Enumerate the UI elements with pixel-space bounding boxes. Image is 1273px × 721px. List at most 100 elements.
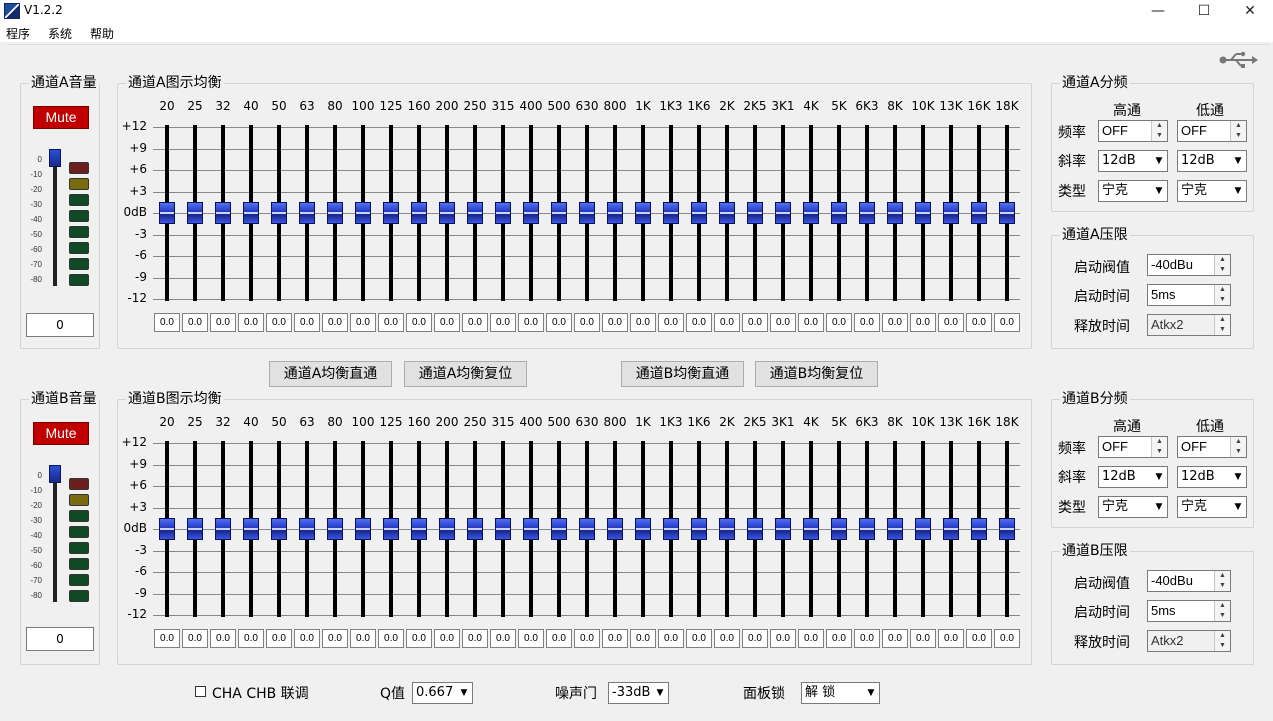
channel-b-eq-band-value[interactable]: 0.0 xyxy=(378,629,404,648)
channel-b-eq-slider-thumb[interactable] xyxy=(523,518,539,540)
channel-b-eq-band-value[interactable]: 0.0 xyxy=(630,629,656,648)
channel-b-lp-freq-spinner[interactable]: OFF ▲ ▼ xyxy=(1177,436,1247,458)
minimize-button[interactable]: — xyxy=(1135,0,1181,22)
channel-a-eq-band-value[interactable]: 0.0 xyxy=(910,313,936,332)
channel-a-eq-slider-thumb[interactable] xyxy=(243,202,259,224)
channel-a-eq-band-value[interactable]: 0.0 xyxy=(350,313,376,332)
channel-b-volume-thumb[interactable] xyxy=(49,465,61,483)
channel-a-eq-slider-thumb[interactable] xyxy=(327,202,343,224)
channel-b-eq-band-value[interactable]: 0.0 xyxy=(826,629,852,648)
channel-a-eq-slider-thumb[interactable] xyxy=(159,202,175,224)
noise-gate-select[interactable]: -33dB ▼ xyxy=(608,682,669,704)
q-value-select[interactable]: 0.667 ▼ xyxy=(412,682,473,704)
channel-a-volume-track[interactable] xyxy=(53,152,57,286)
channel-b-eq-band-value[interactable]: 0.0 xyxy=(686,629,712,648)
channel-a-eq-slider-thumb[interactable] xyxy=(411,202,427,224)
channel-a-eq-slider-thumb[interactable] xyxy=(495,202,511,224)
channel-b-threshold-spinner[interactable]: -40dBu ▲ ▼ xyxy=(1147,570,1231,592)
channel-a-lp-freq-spinner[interactable]: OFF ▲ ▼ xyxy=(1177,120,1247,142)
channel-a-eq-band-value[interactable]: 0.0 xyxy=(406,313,432,332)
channel-a-eq-slider-thumb[interactable] xyxy=(831,202,847,224)
channel-b-eq-slider-thumb[interactable] xyxy=(887,518,903,540)
channel-a-threshold-spinner[interactable]: -40dBu ▲ ▼ xyxy=(1147,254,1231,276)
channel-b-eq-slider-thumb[interactable] xyxy=(999,518,1015,540)
channel-a-eq-slider-thumb[interactable] xyxy=(943,202,959,224)
channel-b-eq-slider-thumb[interactable] xyxy=(831,518,847,540)
spin-arrows-icon[interactable]: ▲ ▼ xyxy=(1214,315,1230,335)
channel-b-hp-freq-spinner[interactable]: OFF ▲ ▼ xyxy=(1098,436,1168,458)
channel-a-eq-slider-thumb[interactable] xyxy=(607,202,623,224)
channel-a-eq-slider-thumb[interactable] xyxy=(187,202,203,224)
channel-a-eq-slider-thumb[interactable] xyxy=(719,202,735,224)
channel-b-eq-band-value[interactable]: 0.0 xyxy=(154,629,180,648)
channel-a-eq-band-value[interactable]: 0.0 xyxy=(798,313,824,332)
channel-b-mute-button[interactable]: Mute xyxy=(33,422,89,445)
channel-b-eq-slider-thumb[interactable] xyxy=(411,518,427,540)
channel-b-eq-band-value[interactable]: 0.0 xyxy=(658,629,684,648)
channel-a-eq-band-value[interactable]: 0.0 xyxy=(882,313,908,332)
channel-b-eq-slider-thumb[interactable] xyxy=(467,518,483,540)
channel-a-eq-slider-thumb[interactable] xyxy=(663,202,679,224)
channel-a-eq-band-value[interactable]: 0.0 xyxy=(182,313,208,332)
channel-a-eq-slider-thumb[interactable] xyxy=(551,202,567,224)
channel-b-eq-band-value[interactable]: 0.0 xyxy=(882,629,908,648)
channel-b-eq-band-value[interactable]: 0.0 xyxy=(406,629,432,648)
channel-b-eq-band-value[interactable]: 0.0 xyxy=(182,629,208,648)
channel-b-lp-slope-select[interactable]: 12dB ▼ xyxy=(1177,466,1247,488)
channel-b-eq-slider-thumb[interactable] xyxy=(803,518,819,540)
channel-a-eq-band-value[interactable]: 0.0 xyxy=(434,313,460,332)
channel-a-eq-bypass-button[interactable]: 通道A均衡直通 xyxy=(269,361,392,387)
channel-b-lp-type-select[interactable]: 宁克 ▼ xyxy=(1177,496,1247,518)
menu-help[interactable]: 帮助 xyxy=(90,25,114,42)
maximize-button[interactable]: ☐ xyxy=(1181,0,1227,22)
channel-b-eq-slider-thumb[interactable] xyxy=(495,518,511,540)
channel-b-eq-slider-thumb[interactable] xyxy=(355,518,371,540)
channel-b-eq-band-value[interactable]: 0.0 xyxy=(854,629,880,648)
channel-a-eq-slider-thumb[interactable] xyxy=(299,202,315,224)
spin-arrows-icon[interactable]: ▲ ▼ xyxy=(1230,437,1246,457)
channel-b-eq-reset-button[interactable]: 通道B均衡复位 xyxy=(755,361,878,387)
channel-b-hp-type-select[interactable]: 宁克 ▼ xyxy=(1098,496,1168,518)
channel-b-eq-band-value[interactable]: 0.0 xyxy=(350,629,376,648)
channel-b-eq-slider-thumb[interactable] xyxy=(215,518,231,540)
channel-b-eq-slider-thumb[interactable] xyxy=(859,518,875,540)
close-button[interactable]: ✕ xyxy=(1227,0,1273,22)
channel-a-eq-band-value[interactable]: 0.0 xyxy=(210,313,236,332)
channel-a-attack-spinner[interactable]: 5ms ▲ ▼ xyxy=(1147,284,1231,306)
channel-a-eq-band-value[interactable]: 0.0 xyxy=(238,313,264,332)
channel-b-eq-band-value[interactable]: 0.0 xyxy=(546,629,572,648)
channel-a-eq-band-value[interactable]: 0.0 xyxy=(602,313,628,332)
channel-b-eq-slider-thumb[interactable] xyxy=(719,518,735,540)
channel-b-eq-band-value[interactable]: 0.0 xyxy=(210,629,236,648)
channel-b-hp-slope-select[interactable]: 12dB ▼ xyxy=(1098,466,1168,488)
channel-a-eq-band-value[interactable]: 0.0 xyxy=(826,313,852,332)
channel-a-eq-slider-thumb[interactable] xyxy=(691,202,707,224)
link-channels-checkbox[interactable] xyxy=(195,686,206,697)
channel-a-volume-thumb[interactable] xyxy=(49,149,61,167)
menu-program[interactable]: 程序 xyxy=(6,25,30,42)
panel-lock-select[interactable]: 解 锁 ▼ xyxy=(801,682,880,704)
channel-b-eq-slider-thumb[interactable] xyxy=(551,518,567,540)
channel-a-eq-slider-thumb[interactable] xyxy=(439,202,455,224)
channel-b-eq-slider-thumb[interactable] xyxy=(663,518,679,540)
spin-arrows-icon[interactable]: ▲ ▼ xyxy=(1214,631,1230,651)
channel-a-eq-slider-thumb[interactable] xyxy=(635,202,651,224)
channel-b-eq-band-value[interactable]: 0.0 xyxy=(714,629,740,648)
channel-a-eq-band-value[interactable]: 0.0 xyxy=(854,313,880,332)
channel-b-eq-band-value[interactable]: 0.0 xyxy=(938,629,964,648)
channel-a-eq-band-value[interactable]: 0.0 xyxy=(462,313,488,332)
channel-a-eq-slider-thumb[interactable] xyxy=(887,202,903,224)
channel-a-eq-band-value[interactable]: 0.0 xyxy=(686,313,712,332)
channel-a-release-spinner[interactable]: Atkx2 ▲ ▼ xyxy=(1147,314,1231,336)
channel-a-eq-band-value[interactable]: 0.0 xyxy=(378,313,404,332)
channel-a-eq-slider-thumb[interactable] xyxy=(775,202,791,224)
channel-a-eq-slider-thumb[interactable] xyxy=(383,202,399,224)
channel-b-eq-band-value[interactable]: 0.0 xyxy=(770,629,796,648)
channel-a-eq-slider-thumb[interactable] xyxy=(999,202,1015,224)
channel-b-eq-slider-thumb[interactable] xyxy=(691,518,707,540)
channel-a-hp-freq-spinner[interactable]: OFF ▲ ▼ xyxy=(1098,120,1168,142)
channel-b-eq-band-value[interactable]: 0.0 xyxy=(294,629,320,648)
channel-a-eq-slider-thumb[interactable] xyxy=(215,202,231,224)
channel-b-eq-band-value[interactable]: 0.0 xyxy=(994,629,1020,648)
channel-a-eq-band-value[interactable]: 0.0 xyxy=(266,313,292,332)
